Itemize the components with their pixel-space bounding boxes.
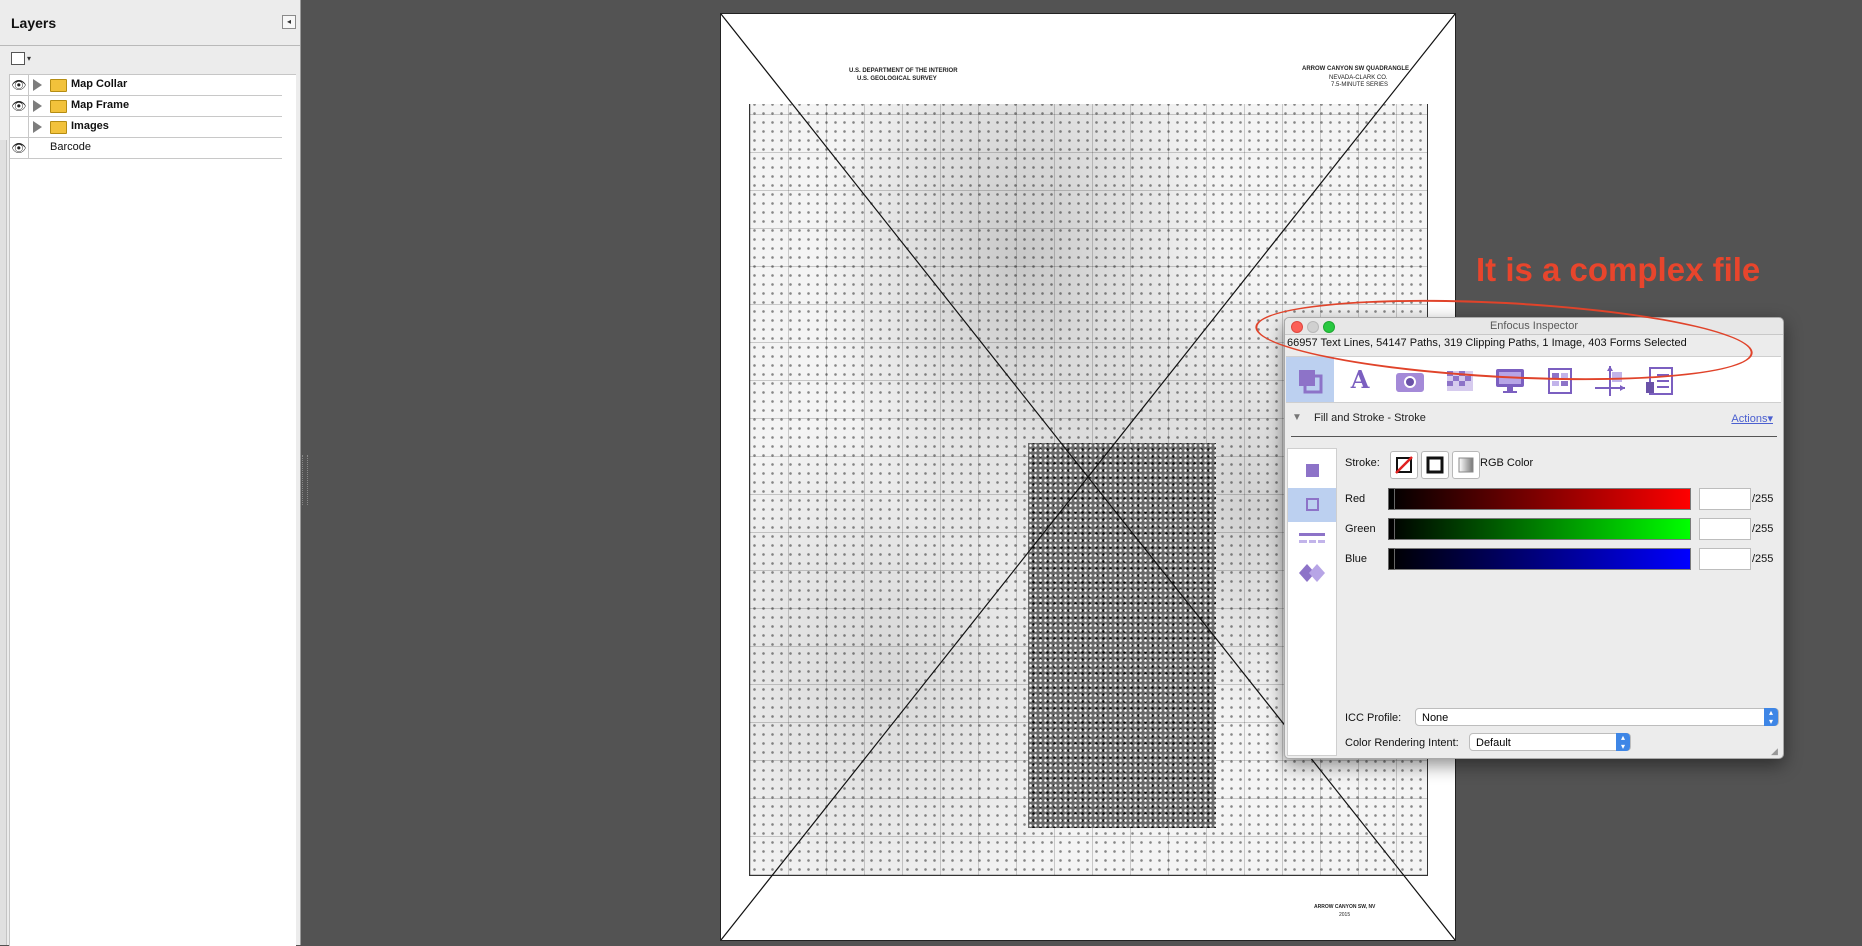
chevron-down-icon: ▾ (27, 54, 32, 63)
green-channel-label: Green (1345, 523, 1376, 535)
annotation-callout-text: It is a complex file (1476, 251, 1761, 288)
red-value-input[interactable] (1699, 488, 1751, 510)
layers-list: 👁 Map Collar 👁 Map Frame Images 👁 Barcod… (9, 74, 296, 946)
layer-row-map-collar[interactable]: 👁 Map Collar (10, 75, 282, 96)
select-stepper-icon: ▴ ▾ (1616, 733, 1630, 751)
selection-summary: 66957 Text Lines, 54147 Paths, 319 Clipp… (1287, 337, 1687, 349)
fill-square-icon (1305, 464, 1319, 478)
folder-icon (50, 121, 67, 134)
actions-menu-link[interactable]: Actions▾ (1731, 412, 1773, 425)
layers-panel: Layers ◂ ▾ 👁 Map Collar 👁 Map Frame Imag… (0, 0, 301, 946)
transparency-icon[interactable] (1436, 357, 1484, 402)
collapse-panel-button[interactable]: ◂ (282, 15, 296, 29)
green-channel-slider[interactable] (1388, 518, 1691, 540)
rendering-intent-value: Default (1476, 737, 1511, 749)
stroke-square-icon (1305, 498, 1319, 512)
layer-row-images[interactable]: Images (10, 117, 282, 138)
expand-triangle-icon[interactable] (33, 121, 42, 133)
display-icon[interactable] (1486, 357, 1534, 402)
gradient-icon (1458, 457, 1474, 473)
layer-label: Map Frame (71, 99, 130, 111)
blue-value-input[interactable] (1699, 548, 1751, 570)
solid-color-icon (1426, 456, 1444, 474)
red-channel-label: Red (1345, 493, 1366, 505)
eye-icon[interactable]: 👁 (10, 75, 29, 95)
section-header[interactable]: ▼ Fill and Stroke - Stroke Actions▾ (1285, 410, 1783, 430)
fill-stroke-icon[interactable] (1286, 357, 1334, 402)
forms-icon[interactable] (1536, 357, 1584, 402)
folder-icon (50, 79, 67, 92)
stroke-solid-swatch[interactable] (1421, 451, 1449, 479)
red-slider-thumb[interactable] (1388, 488, 1395, 510)
eye-icon[interactable]: 👁 (10, 96, 29, 116)
folder-icon (50, 100, 67, 113)
stroke-gradient-swatch[interactable] (1452, 451, 1480, 479)
layer-label: Map Collar (71, 78, 128, 90)
rendering-intent-label: Color Rendering Intent: (1345, 737, 1459, 749)
text-icon[interactable]: A (1336, 357, 1384, 402)
layer-row-map-frame[interactable]: 👁 Map Frame (10, 96, 282, 117)
select-stepper-icon: ▴ ▾ (1764, 708, 1778, 726)
rendering-intent-select[interactable]: Default ▴ ▾ (1469, 733, 1631, 751)
expand-triangle-icon[interactable] (33, 79, 42, 91)
inspector-titlebar[interactable]: Enfocus Inspector (1285, 318, 1783, 335)
properties-icon[interactable] (1636, 357, 1684, 402)
red-max-label: /255 (1752, 493, 1774, 505)
inspector-toolbar: A (1286, 356, 1781, 403)
layers-panel-title: Layers (11, 15, 57, 31)
section-divider (1291, 436, 1777, 437)
layer-label: Images (71, 120, 109, 132)
green-value-input[interactable] (1699, 518, 1751, 540)
enfocus-inspector-window: Enfocus Inspector 66957 Text Lines, 5414… (1284, 317, 1784, 759)
blue-slider-thumb[interactable] (1388, 548, 1395, 570)
layers-panel-header: Layers ◂ (0, 0, 300, 46)
color-model-label: RGB Color (1480, 457, 1534, 469)
expand-triangle-icon[interactable] (33, 100, 42, 112)
overprint-button[interactable] (1288, 556, 1336, 590)
no-color-icon (1395, 456, 1413, 474)
list-options-icon (11, 52, 25, 65)
visibility-toggle-empty[interactable] (10, 117, 29, 137)
green-max-label: /255 (1752, 523, 1774, 535)
image-icon[interactable] (1386, 357, 1434, 402)
blue-channel-label: Blue (1345, 553, 1368, 565)
blue-max-label: /255 (1752, 553, 1774, 565)
stroke-mode-button[interactable] (1288, 488, 1336, 522)
layer-row-barcode[interactable]: 👁 Barcode (10, 138, 282, 159)
panel-splitter-handle[interactable] (302, 455, 308, 505)
stroke-label: Stroke: (1345, 457, 1380, 469)
fill-mode-button[interactable] (1288, 454, 1336, 488)
overlap-diamonds-icon (1299, 563, 1325, 582)
actions-label: Actions (1731, 413, 1768, 425)
dash-lines-icon (1299, 532, 1325, 543)
disclosure-triangle-icon[interactable]: ▼ (1292, 412, 1302, 423)
blue-channel-slider[interactable] (1388, 548, 1691, 570)
resize-grip-icon[interactable]: ◢ (1771, 746, 1781, 756)
stroke-none-swatch[interactable] (1390, 451, 1418, 479)
icc-profile-value: None (1422, 712, 1449, 724)
section-title: Fill and Stroke - Stroke (1314, 412, 1426, 424)
position-icon[interactable] (1586, 357, 1634, 402)
eye-icon[interactable]: 👁 (10, 138, 29, 158)
layer-label: Barcode (50, 141, 91, 153)
icc-profile-select[interactable]: None ▴ ▾ (1415, 708, 1779, 726)
inspector-title: Enfocus Inspector (1489, 320, 1579, 332)
icc-profile-label: ICC Profile: (1345, 712, 1402, 724)
panel-side-strip (0, 140, 7, 945)
layer-options-button[interactable]: ▾ (11, 52, 37, 66)
green-slider-thumb[interactable] (1388, 518, 1395, 540)
stroke-style-button[interactable] (1288, 522, 1336, 556)
red-channel-slider[interactable] (1388, 488, 1691, 510)
fill-stroke-mode-strip (1287, 448, 1337, 756)
